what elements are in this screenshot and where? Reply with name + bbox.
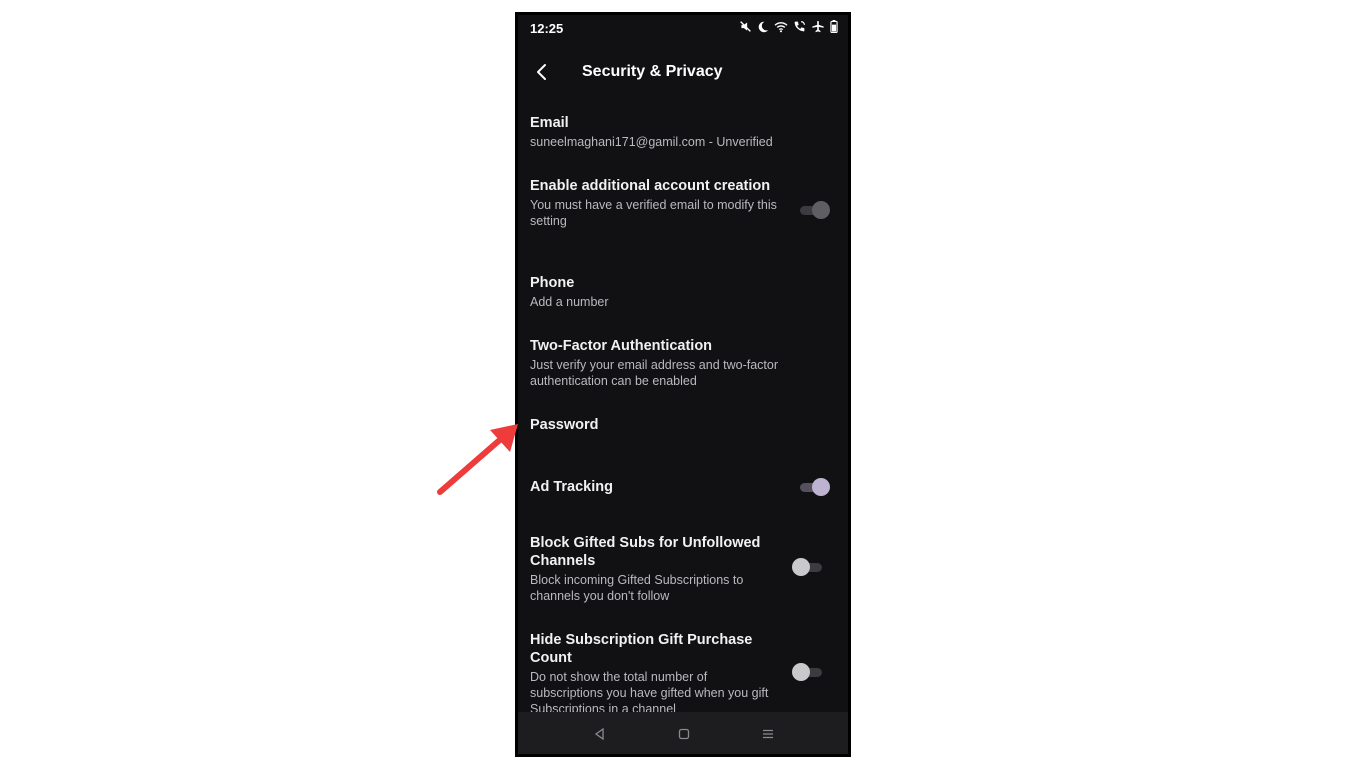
status-icons: [739, 20, 838, 33]
setting-subtitle: Add a number: [530, 295, 609, 309]
home-square-icon: [678, 728, 690, 740]
page-title: Security & Privacy: [582, 63, 723, 80]
setting-password[interactable]: Password: [530, 416, 836, 434]
nav-back-button[interactable]: [590, 724, 610, 744]
setting-phone[interactable]: Phone Add a number: [530, 274, 836, 310]
mute-icon: [739, 20, 752, 33]
setting-account-creation: Enable additional account creation You m…: [530, 177, 836, 229]
back-triangle-icon: [594, 728, 604, 740]
ad-tracking-toggle[interactable]: [798, 477, 830, 497]
setting-title: Block Gifted Subs for Unfollowed Channel…: [530, 535, 761, 569]
setting-hide-gift-count: Hide Subscription Gift Purchase Count Do…: [530, 631, 836, 717]
setting-title: Phone: [530, 275, 575, 291]
setting-subtitle: Just verify your email address and two-f…: [530, 358, 779, 388]
block-gifted-subs-toggle[interactable]: [792, 557, 824, 577]
setting-title: Hide Subscription Gift Purchase Count: [530, 632, 753, 666]
wifi-calling-icon: [793, 20, 806, 33]
status-time: 12:25: [530, 21, 564, 36]
setting-ad-tracking: Ad Tracking: [530, 478, 836, 496]
setting-title: Password: [530, 417, 599, 433]
battery-icon: [830, 20, 838, 33]
status-bar: 12:25: [518, 15, 848, 45]
app-header: Security & Privacy: [518, 55, 848, 91]
account-creation-toggle[interactable]: [798, 200, 830, 220]
setting-subtitle: suneelmaghani171@gamil.com - Unverified: [530, 135, 773, 149]
setting-title: Email: [530, 115, 569, 131]
moon-icon: [757, 21, 769, 33]
setting-subtitle: Do not show the total number of subscrip…: [530, 670, 769, 716]
hide-gift-count-toggle[interactable]: [792, 662, 824, 682]
wifi-icon: [774, 21, 788, 33]
nav-home-button[interactable]: [674, 724, 694, 744]
system-nav-bar: [518, 712, 848, 754]
app-screen: 12:25 Security & Privacy Email suneelmag…: [518, 15, 848, 754]
nav-recents-button[interactable]: [758, 724, 778, 744]
back-button[interactable]: [530, 59, 556, 85]
setting-block-gifted-subs: Block Gifted Subs for Unfollowed Channel…: [530, 534, 836, 604]
annotation-arrow-icon: [437, 424, 518, 495]
setting-subtitle: Block incoming Gifted Subscriptions to c…: [530, 573, 744, 603]
setting-title: Ad Tracking: [530, 479, 613, 495]
setting-email[interactable]: Email suneelmaghani171@gamil.com - Unver…: [530, 114, 836, 150]
setting-title: Two-Factor Authentication: [530, 338, 713, 354]
setting-title: Enable additional account creation: [530, 178, 771, 194]
back-chevron-icon: [537, 64, 546, 80]
phone-frame: 12:25 Security & Privacy Email suneelmag…: [515, 12, 851, 757]
recents-menu-icon: [763, 729, 773, 739]
airplane-icon: [811, 20, 825, 33]
setting-two-factor[interactable]: Two-Factor Authentication Just verify yo…: [530, 337, 836, 389]
setting-subtitle: You must have a verified email to modify…: [530, 198, 777, 228]
